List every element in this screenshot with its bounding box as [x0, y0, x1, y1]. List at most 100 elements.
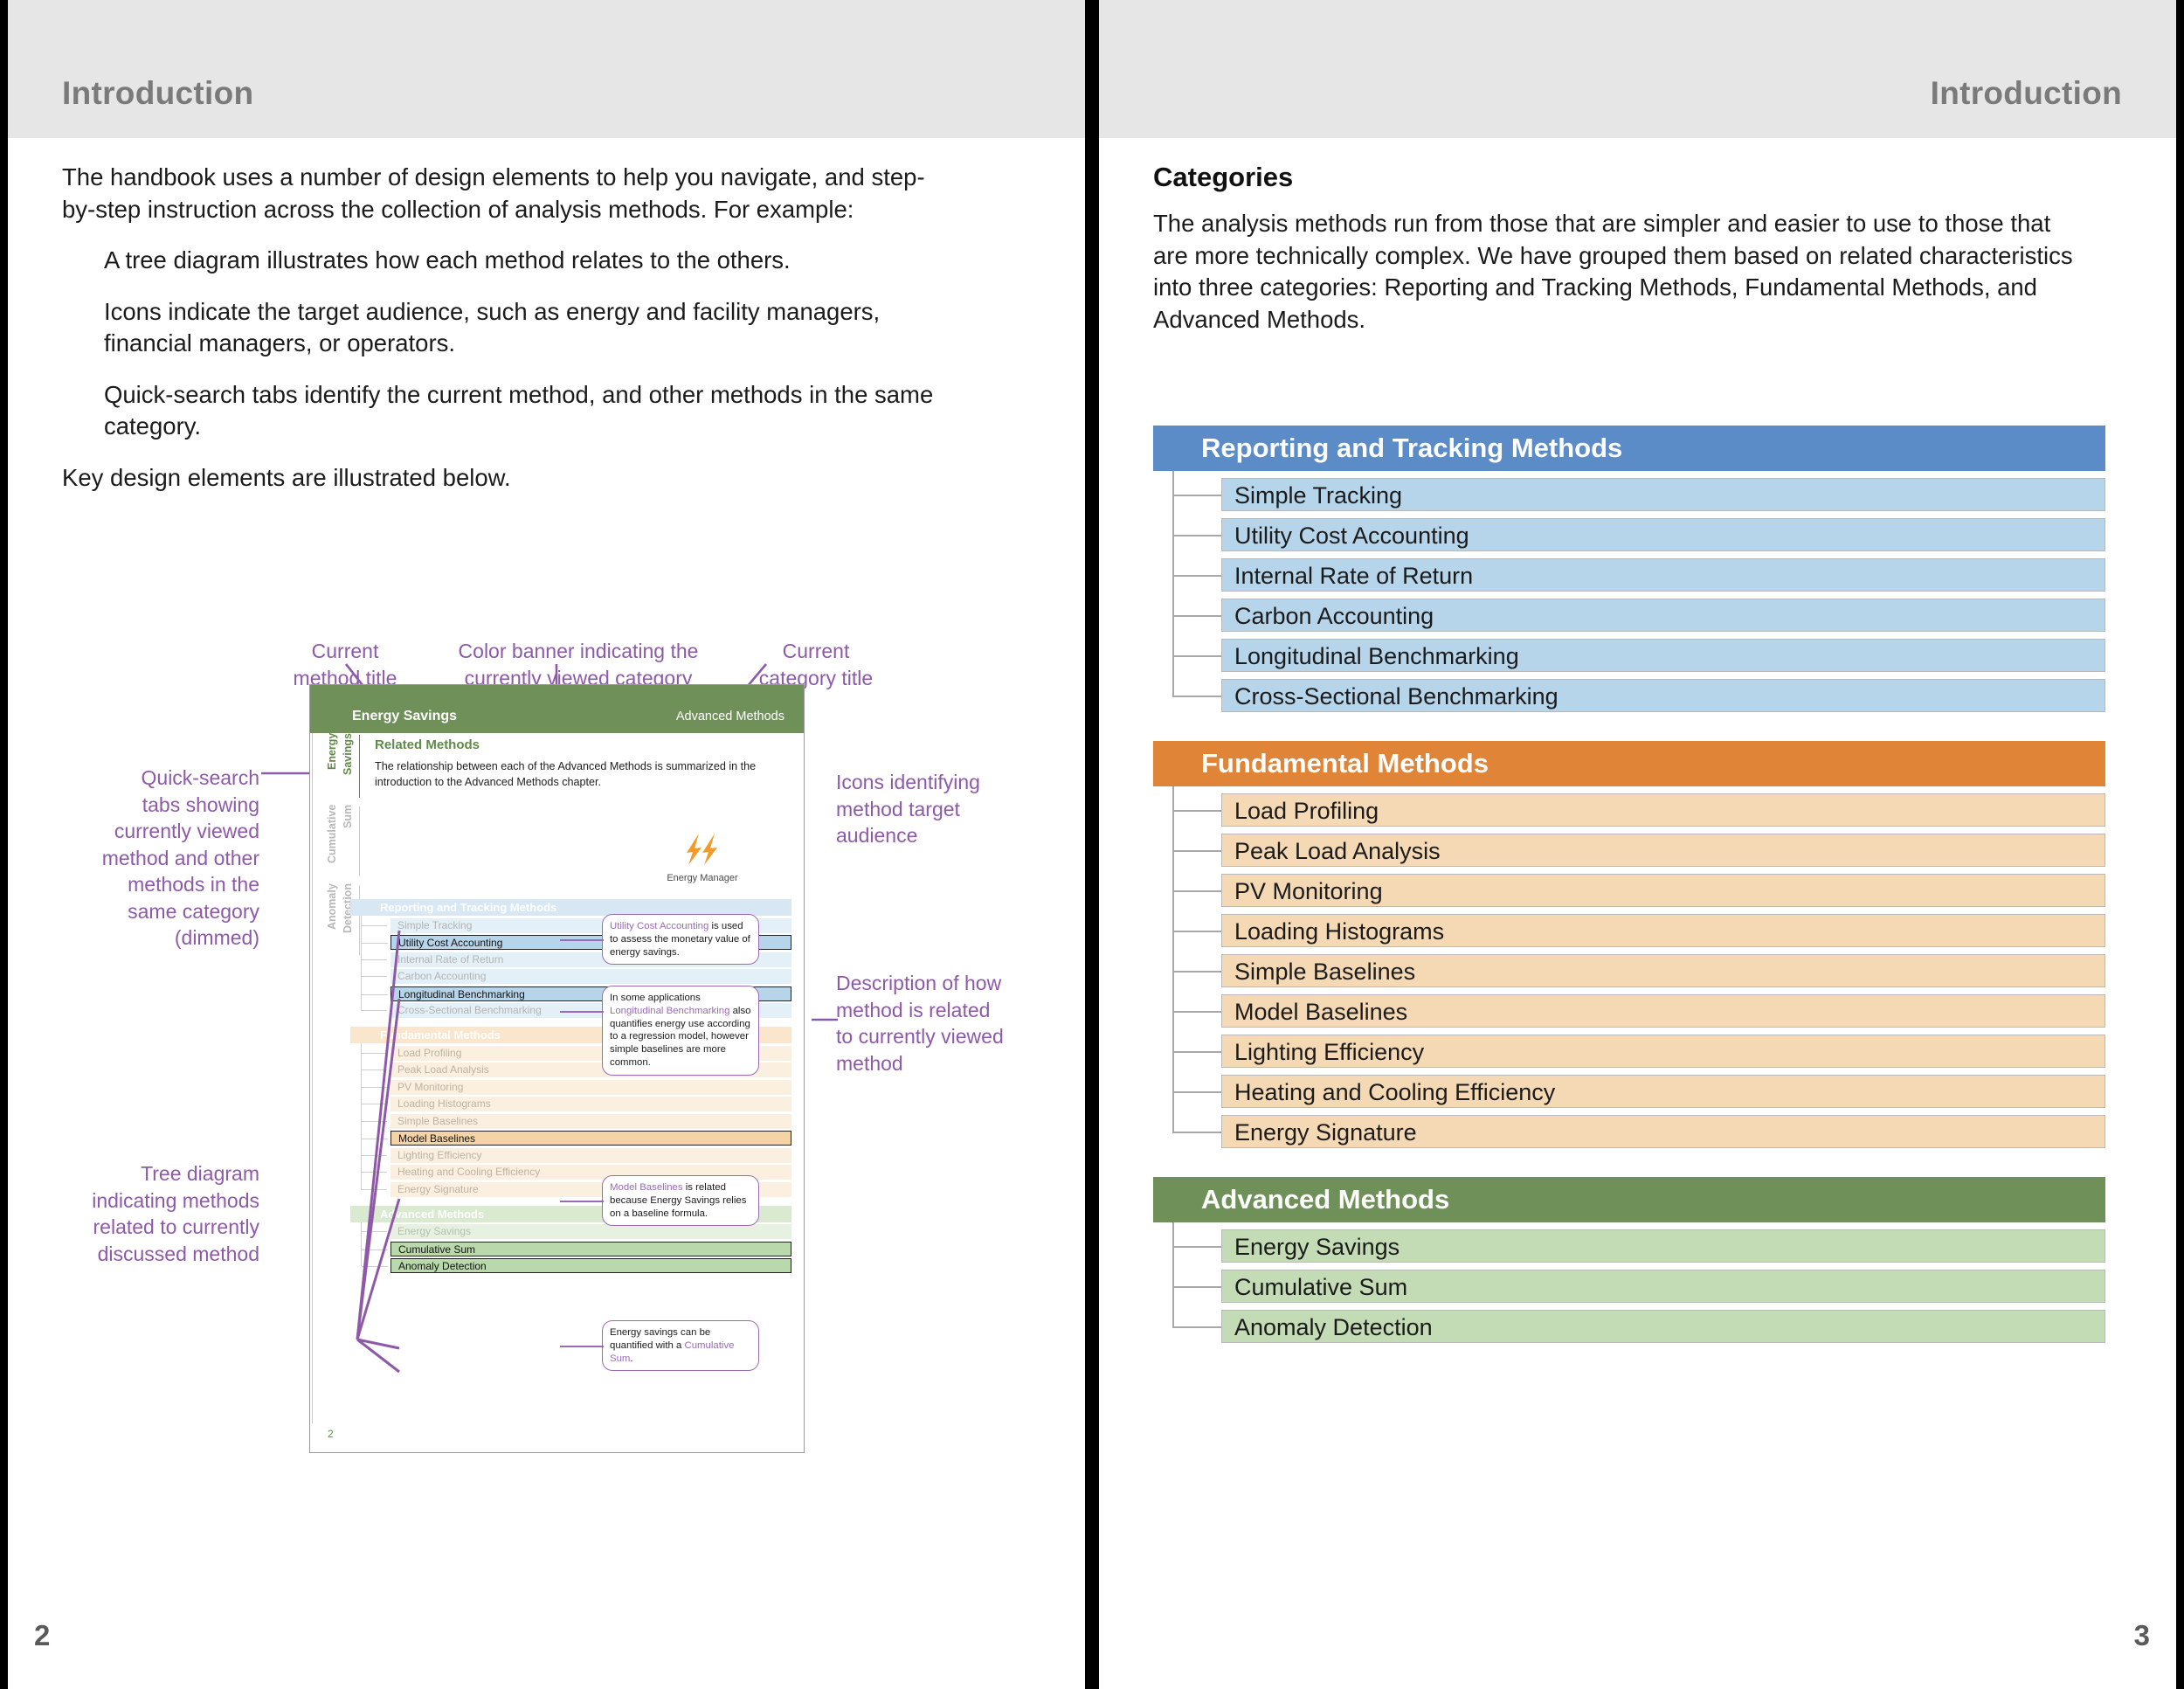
callout-connector-4: [560, 1346, 604, 1347]
callout-connector-2: [560, 1011, 604, 1013]
body-paragraph-5: Key design elements are illustrated belo…: [62, 463, 511, 491]
category-item[interactable]: Longitudinal Benchmarking: [1172, 639, 2105, 672]
category-item[interactable]: Heating and Cooling Efficiency: [1172, 1075, 2105, 1108]
category-item[interactable]: Internal Rate of Return: [1172, 558, 2105, 592]
tree-connector: [1172, 1246, 1221, 1248]
mock-tree-item-label: Anomaly Detection: [398, 1260, 487, 1272]
quick-tab-rule-dim-1: [359, 806, 360, 876]
mock-tree-item-label: Cumulative Sum: [398, 1243, 476, 1256]
category-item[interactable]: Energy Savings: [1172, 1229, 2105, 1263]
mock-tree-item[interactable]: Simple Baselines: [361, 1113, 791, 1129]
tree-spine: [1172, 786, 1174, 1132]
mock-tree-spine: [361, 916, 362, 1011]
left-page-header-title: Introduction: [62, 75, 254, 111]
mock-tree-item[interactable]: Lighting Efficiency: [361, 1147, 791, 1163]
category-item[interactable]: Simple Tracking: [1172, 478, 2105, 511]
category-item[interactable]: Lighting Efficiency: [1172, 1035, 2105, 1068]
category-header: Advanced Methods: [1153, 1177, 2105, 1222]
quick-tab-energy-savings[interactable]: Energy Savings: [324, 733, 361, 798]
quick-tab-label-line1: Anomaly: [326, 883, 338, 930]
mock-tree-item[interactable]: Model Baselines: [362, 1131, 791, 1146]
tree-connector: [1172, 1326, 1221, 1328]
annotation-quick-search-tabs: Quick-search tabs showing currently viewed…: [101, 766, 259, 950]
callout-utility-cost-accounting: Utility Cost Accounting is used to asses…: [602, 914, 759, 966]
callout-keyword: Longitudinal Benchmarking: [610, 1005, 730, 1016]
mock-tree-item[interactable]: Anomaly Detection: [362, 1258, 791, 1273]
tree-connector: [1172, 1091, 1221, 1093]
tree-connector: [1172, 495, 1221, 496]
body-paragraph-2: A tree diagram illustrates how each meth…: [104, 246, 791, 274]
mock-tree-item[interactable]: Energy Savings: [361, 1224, 791, 1239]
category-item-label: Carbon Accounting: [1234, 603, 1434, 629]
category-item[interactable]: Energy Signature: [1172, 1115, 2105, 1148]
quick-tab-cumulative-sum[interactable]: Cumulative Sum: [324, 805, 361, 876]
category-item-label: Utility Cost Accounting: [1234, 523, 1469, 549]
annotation-color-banner: Color banner indicating the currently vie…: [458, 640, 699, 689]
category-item-label: Longitudinal Benchmarking: [1234, 643, 1519, 669]
category-item[interactable]: Peak Load Analysis: [1172, 834, 2105, 867]
tree-connector: [361, 1172, 387, 1173]
category-item-label: Cumulative Sum: [1234, 1274, 1408, 1300]
category-item[interactable]: Carbon Accounting: [1172, 599, 2105, 632]
category-item[interactable]: Anomaly Detection: [1172, 1310, 2105, 1343]
annotation-icons-audience: Icons identifying method target audience: [836, 771, 980, 848]
tree-connector: [361, 1120, 387, 1122]
annotation-description-related: Description of how method is related to cu…: [836, 972, 1004, 1075]
category-group: Reporting and Tracking Methods Simple Tra…: [1153, 426, 2105, 712]
category-item[interactable]: Cumulative Sum: [1172, 1270, 2105, 1303]
annotation-tree-diagram: Tree diagram indicating methods related to…: [92, 1162, 259, 1265]
tree-connector: [362, 943, 388, 944]
mock-tree-item-label: Energy Signature: [397, 1182, 479, 1195]
body-paragraph-3: Icons indicate the target audience, such…: [104, 297, 881, 357]
mock-tree-item-label: Simple Tracking: [397, 918, 473, 931]
mock-page-folio: 2: [328, 1428, 334, 1440]
mock-tree-item-label: Simple Baselines: [397, 1114, 479, 1127]
mock-tree-item-label: Utility Cost Accounting: [398, 937, 503, 949]
tree-connector: [361, 1188, 387, 1190]
tree-connector: [361, 1010, 387, 1011]
tree-connector: [361, 1069, 387, 1070]
mock-tree-item[interactable]: Cumulative Sum: [362, 1241, 791, 1256]
mock-tree-item-label: Carbon Accounting: [397, 970, 487, 982]
quick-tab-label-line1: Cumulative: [326, 805, 338, 864]
mock-tab-column-divider: [312, 733, 313, 1423]
right-page-header-title: Introduction: [1930, 75, 2122, 111]
body-paragraph-4: Quick-search tabs identify the current m…: [104, 380, 934, 440]
two-page-spread: Introduction The handbook uses a number …: [0, 0, 2184, 1689]
mock-tree-item-label: Longitudinal Benchmarking: [398, 987, 525, 1000]
category-item[interactable]: PV Monitoring: [1172, 874, 2105, 907]
category-item[interactable]: Cross-Sectional Benchmarking: [1172, 679, 2105, 712]
mock-tree-spine: [361, 1043, 362, 1190]
categories-tree: Reporting and Tracking Methods Simple Tra…: [1153, 426, 2105, 1372]
mock-tree-item[interactable]: Loading Histograms: [361, 1097, 791, 1111]
left-page-folio: 2: [34, 1619, 51, 1651]
left-page: Introduction The handbook uses a number …: [8, 0, 1085, 1689]
mock-tree-item[interactable]: Carbon Accounting: [361, 969, 791, 984]
category-item[interactable]: Load Profiling: [1172, 793, 2105, 827]
mock-tree-item-label: Cross-Sectional Benchmarking: [397, 1004, 542, 1016]
category-item-label: Simple Baselines: [1234, 959, 1416, 985]
tree-connector: [362, 993, 388, 995]
tree-connector: [1172, 890, 1221, 892]
callout-lead: In some applications: [610, 993, 701, 1003]
mock-tree-item-label: Energy Savings: [397, 1225, 472, 1237]
callout-keyword: Utility Cost Accounting: [610, 921, 709, 931]
category-item-label: Energy Savings: [1234, 1234, 1400, 1260]
audience-icon-label: Energy Manager: [667, 873, 738, 883]
mock-category-title: Advanced Methods: [675, 710, 784, 723]
mock-tree-item-label: PV Monitoring: [397, 1080, 464, 1093]
tree-connector: [1172, 931, 1221, 932]
callout-longitudinal-benchmarking: In some applications Longitudinal Benchm…: [602, 986, 759, 1076]
mock-tree-item[interactable]: PV Monitoring: [361, 1079, 791, 1095]
category-item[interactable]: Loading Histograms: [1172, 914, 2105, 947]
tree-connector: [361, 976, 387, 977]
tree-spine: [1172, 471, 1174, 696]
annotation-current-category-title: Current category title: [758, 640, 874, 689]
tree-connector: [1172, 615, 1221, 617]
category-item-label: Peak Load Analysis: [1234, 838, 1441, 864]
category-item[interactable]: Simple Baselines: [1172, 954, 2105, 987]
mock-related-methods-text: The relationship between each of the Adv…: [375, 760, 757, 788]
mock-category-banner: Energy Savings Advanced Methods: [310, 685, 804, 733]
category-item[interactable]: Model Baselines: [1172, 994, 2105, 1028]
category-item[interactable]: Utility Cost Accounting: [1172, 518, 2105, 551]
